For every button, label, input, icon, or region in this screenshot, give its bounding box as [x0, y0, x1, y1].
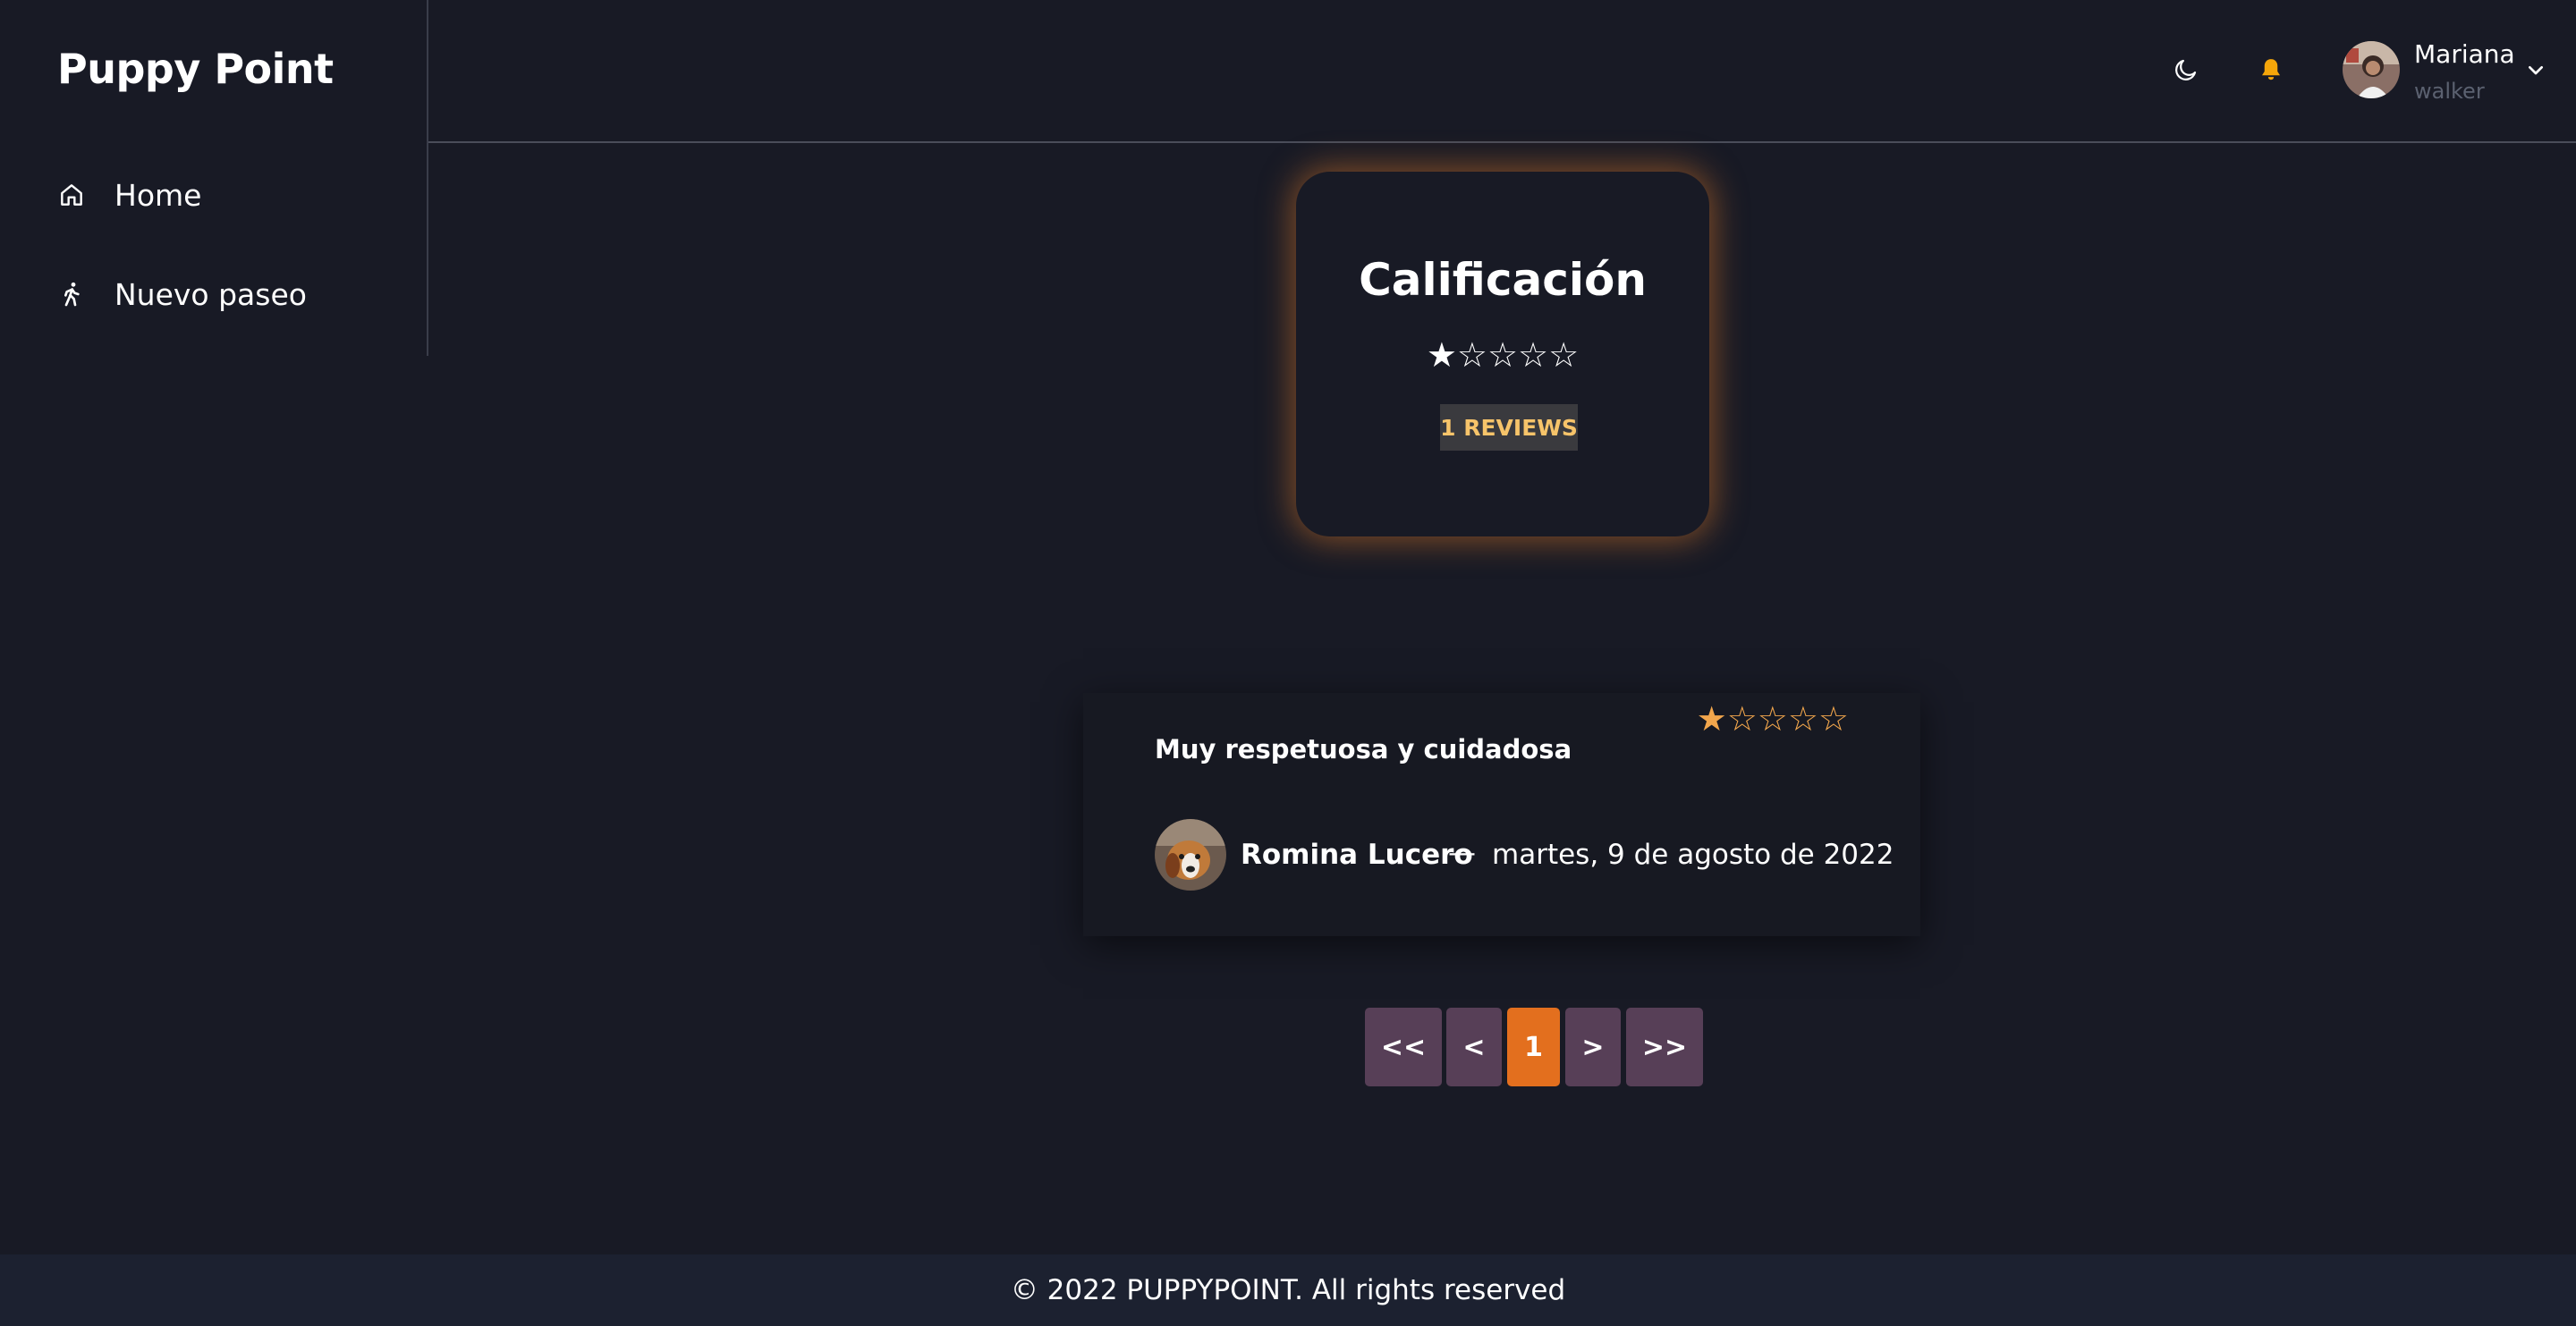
- user-name: Mariana: [2414, 39, 2515, 69]
- user-role: walker: [2414, 79, 2485, 104]
- chevron-down-icon: [2529, 66, 2543, 75]
- sidebar-item-label: Nuevo paseo: [114, 276, 307, 312]
- walking-icon: [64, 282, 80, 307]
- review-stars: ★☆☆☆☆: [1696, 699, 1849, 739]
- rating-title: Calificación: [1359, 254, 1647, 306]
- review-author: Romina Lucero: [1241, 839, 1473, 871]
- pagination-last-button[interactable]: >>: [1626, 1008, 1703, 1086]
- review-text: Muy respetuosa y cuidadosa: [1155, 734, 1572, 764]
- review-separator: —: [1448, 837, 1476, 869]
- reviewer-avatar: [1155, 819, 1226, 891]
- sidebar-item-label: Home: [114, 177, 202, 213]
- sidebar-item-home[interactable]: Home: [57, 168, 201, 222]
- theme-toggle-button[interactable]: [2168, 52, 2204, 88]
- moon-icon: [2175, 59, 2197, 80]
- avatar: [2343, 41, 2400, 98]
- pagination-first-button[interactable]: <<: [1365, 1008, 1442, 1086]
- pagination-page-button[interactable]: 1: [1507, 1008, 1560, 1086]
- rating-summary-card: Calificación ★☆☆☆☆ 1 REVIEWS: [1296, 172, 1709, 536]
- sidebar-item-nuevo-paseo[interactable]: Nuevo paseo: [57, 267, 307, 321]
- footer-copyright: © 2022 PUPPYPOINT. All rights reserved: [1010, 1274, 1566, 1306]
- brand-logo[interactable]: Puppy Point: [57, 45, 334, 93]
- sidebar: Puppy Point Home Nuevo paseo: [0, 0, 428, 356]
- review-date: martes, 9 de agosto de 2022: [1492, 839, 1894, 871]
- pagination-prev-button[interactable]: <: [1446, 1008, 1502, 1086]
- rating-stars: ★☆☆☆☆: [1426, 335, 1580, 375]
- footer: © 2022 PUPPYPOINT. All rights reserved: [0, 1254, 2576, 1326]
- user-menu[interactable]: Mariana walker: [2343, 39, 2557, 107]
- notifications-button[interactable]: [2253, 52, 2289, 88]
- reviews-count-badge: 1 REVIEWS: [1440, 404, 1578, 451]
- bell-icon: [2262, 59, 2280, 80]
- home-icon: [61, 184, 82, 206]
- pagination-next-button[interactable]: >: [1565, 1008, 1621, 1086]
- review-card: ★☆☆☆☆ Muy respetuosa y cuidadosa Romina …: [1083, 693, 1920, 936]
